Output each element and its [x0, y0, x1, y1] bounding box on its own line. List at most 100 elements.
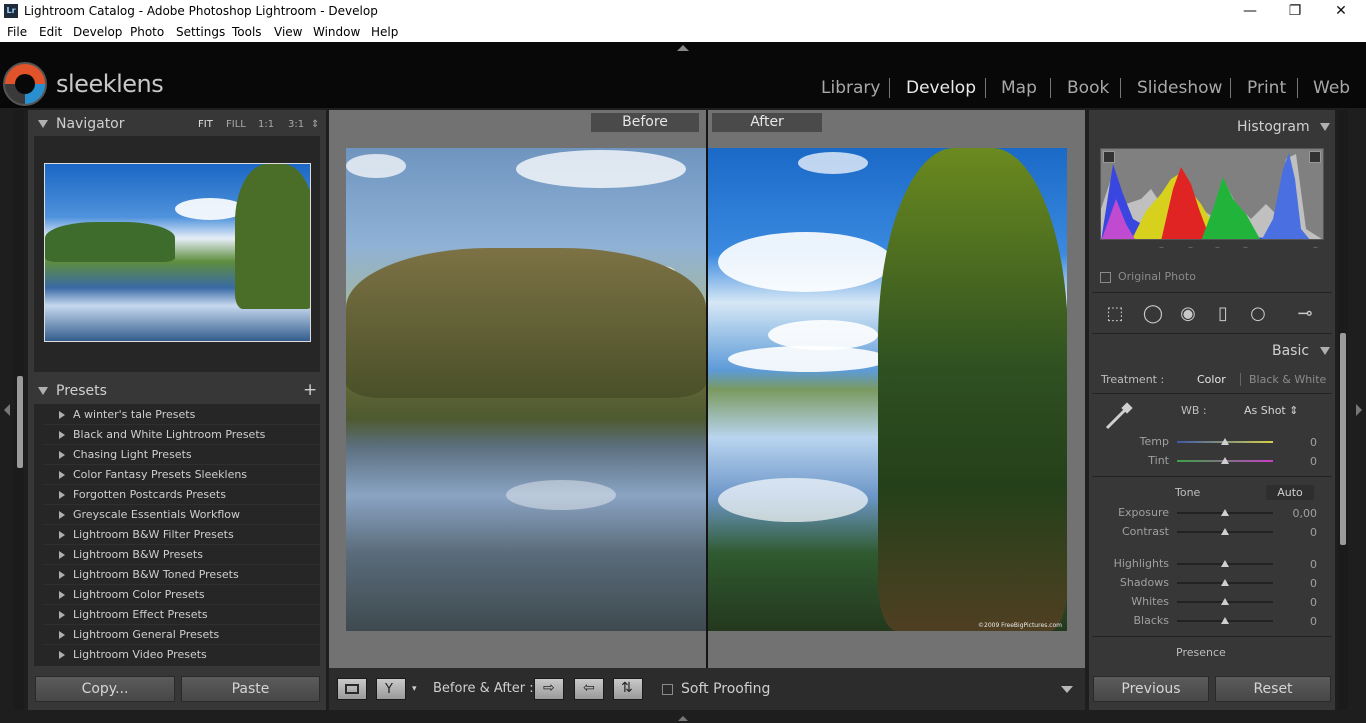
top-panel-toggle-icon[interactable]	[677, 45, 689, 51]
left-panel-toggle-icon[interactable]	[4, 404, 10, 416]
contrast-slider[interactable]	[1177, 528, 1273, 535]
nav-option-fill[interactable]: FILL	[226, 119, 246, 130]
module-slideshow[interactable]: Slideshow	[1137, 78, 1222, 98]
whites-slider[interactable]	[1177, 598, 1273, 605]
slider-knob[interactable]	[1221, 528, 1229, 535]
menu-develop[interactable]: Develop	[73, 25, 122, 39]
preset-folder[interactable]: Lightroom B&W Presets	[73, 548, 203, 561]
whites-value[interactable]: 0	[1283, 596, 1317, 609]
preset-folder[interactable]: Lightroom Color Presets	[73, 588, 205, 601]
soft-proofing-checkbox[interactable]	[662, 684, 673, 695]
add-preset-button[interactable]: +	[303, 380, 317, 400]
preset-folder[interactable]: Greyscale Essentials Workflow	[73, 508, 240, 521]
minimize-button[interactable]: —	[1227, 2, 1273, 22]
module-book[interactable]: Book	[1067, 78, 1109, 98]
slider-knob[interactable]	[1221, 579, 1229, 586]
expand-triangle-icon[interactable]	[59, 571, 65, 579]
close-button[interactable]: ✕	[1318, 2, 1364, 22]
module-library[interactable]: Library	[821, 78, 880, 98]
expand-triangle-icon[interactable]	[59, 551, 65, 559]
blacks-value[interactable]: 0	[1283, 615, 1317, 628]
menu-view[interactable]: View	[274, 25, 302, 39]
expand-triangle-icon[interactable]	[59, 511, 65, 519]
expand-triangle-icon[interactable]	[59, 431, 65, 439]
slider-knob[interactable]	[1221, 457, 1229, 464]
treatment-color-option[interactable]: Color	[1197, 373, 1226, 386]
view-dropdown-icon[interactable]: ▾	[412, 684, 417, 694]
slider-knob[interactable]	[1221, 617, 1229, 624]
nav-option-stepper-icon[interactable]: ⇕	[311, 119, 319, 130]
menu-file[interactable]: File	[7, 25, 27, 39]
right-panel-toggle-icon[interactable]	[1356, 404, 1362, 416]
wb-eyedropper-icon[interactable]	[1101, 400, 1135, 434]
preset-folder[interactable]: Color Fantasy Presets Sleeklens	[73, 468, 247, 481]
wb-value-select[interactable]: As Shot ⇕	[1244, 404, 1298, 417]
copy-after-to-before-icon[interactable]: ⇦	[574, 678, 604, 700]
slider-knob[interactable]	[1221, 438, 1229, 445]
shadows-slider[interactable]	[1177, 579, 1273, 586]
menu-settings[interactable]: Settings	[176, 25, 225, 39]
swap-before-after-icon[interactable]: ⇅	[613, 678, 643, 700]
expand-triangle-icon[interactable]	[59, 531, 65, 539]
auto-tone-button[interactable]: Auto	[1266, 485, 1314, 500]
red-eye-icon[interactable]: ◉	[1177, 303, 1199, 325]
expand-triangle-icon[interactable]	[59, 651, 65, 659]
preset-folder[interactable]: Lightroom B&W Toned Presets	[73, 568, 239, 581]
expand-triangle-icon[interactable]	[59, 471, 65, 479]
basic-header[interactable]: Basic	[1272, 343, 1330, 359]
nav-option-1-1[interactable]: 1:1	[258, 119, 274, 130]
loupe-view-icon[interactable]	[337, 678, 367, 700]
temp-value[interactable]: 0	[1283, 436, 1317, 449]
treatment-bw-option[interactable]: Black & White	[1249, 373, 1326, 386]
contrast-value[interactable]: 0	[1283, 526, 1317, 539]
before-after-view-icon[interactable]: Y	[376, 678, 406, 700]
toolbar-options-chevron-down-icon[interactable]	[1061, 686, 1073, 693]
highlight-clipping-icon[interactable]	[1309, 151, 1321, 163]
graduated-filter-icon[interactable]: ▯	[1212, 303, 1234, 325]
blacks-slider[interactable]	[1177, 617, 1273, 624]
presets-header[interactable]: Presets	[38, 383, 107, 399]
preset-folder[interactable]: Chasing Light Presets	[73, 448, 192, 461]
expand-triangle-icon[interactable]	[59, 631, 65, 639]
paste-button[interactable]: Paste	[181, 676, 320, 702]
reset-button[interactable]: Reset	[1215, 676, 1331, 702]
preset-folder[interactable]: Lightroom Effect Presets	[73, 608, 208, 621]
original-photo-checkbox[interactable]	[1100, 272, 1111, 283]
expand-triangle-icon[interactable]	[59, 451, 65, 459]
tint-slider[interactable]	[1177, 457, 1273, 464]
after-photo[interactable]	[708, 148, 1067, 631]
filmstrip-toggle-icon[interactable]	[678, 716, 688, 721]
spot-removal-icon[interactable]: ◯	[1142, 303, 1164, 325]
temp-slider[interactable]	[1177, 438, 1273, 445]
previous-button[interactable]: Previous	[1093, 676, 1209, 702]
preset-folder[interactable]: Lightroom B&W Filter Presets	[73, 528, 234, 541]
histogram-header[interactable]: Histogram	[1237, 119, 1331, 135]
module-map[interactable]: Map	[1001, 78, 1037, 98]
expand-triangle-icon[interactable]	[59, 411, 65, 419]
slider-knob[interactable]	[1221, 509, 1229, 516]
expand-triangle-icon[interactable]	[59, 611, 65, 619]
restore-button[interactable]: ❐	[1272, 2, 1318, 22]
module-web[interactable]: Web	[1313, 78, 1350, 98]
shadows-value[interactable]: 0	[1283, 577, 1317, 590]
preset-folder[interactable]: Lightroom Video Presets	[73, 648, 207, 661]
menu-photo[interactable]: Photo	[130, 25, 164, 39]
highlights-slider[interactable]	[1177, 560, 1273, 567]
shadow-clipping-icon[interactable]	[1103, 151, 1115, 163]
left-scrollbar[interactable]	[17, 376, 23, 468]
menu-window[interactable]: Window	[313, 25, 360, 39]
slider-knob[interactable]	[1221, 560, 1229, 567]
preset-folder[interactable]: Lightroom General Presets	[73, 628, 219, 641]
highlights-value[interactable]: 0	[1283, 558, 1317, 571]
adjustment-brush-icon[interactable]: ⊸	[1285, 303, 1325, 325]
menu-help[interactable]: Help	[371, 25, 398, 39]
preset-folder[interactable]: Forgotten Postcards Presets	[73, 488, 226, 501]
slider-knob[interactable]	[1221, 598, 1229, 605]
preset-folder[interactable]: A winter's tale Presets	[73, 408, 195, 421]
navigator-header[interactable]: Navigator	[38, 116, 125, 132]
expand-triangle-icon[interactable]	[59, 591, 65, 599]
module-print[interactable]: Print	[1247, 78, 1286, 98]
nav-option-fit[interactable]: FIT	[198, 119, 213, 130]
menu-tools[interactable]: Tools	[232, 25, 262, 39]
crop-overlay-icon[interactable]: ⬚	[1104, 303, 1126, 325]
